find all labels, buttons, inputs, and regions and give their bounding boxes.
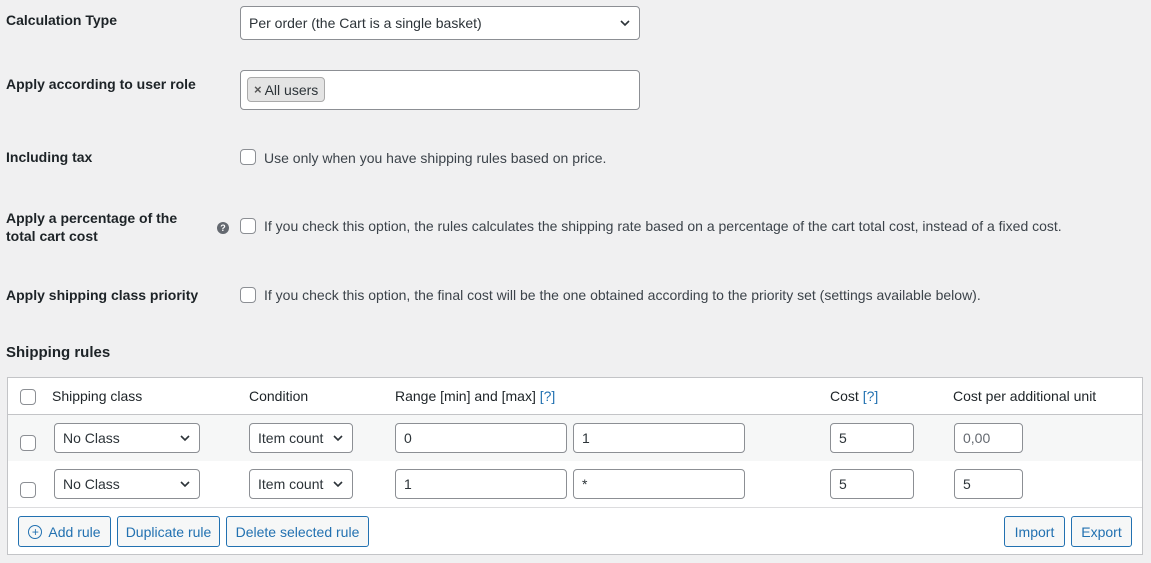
table-row: No Class Item count 0 1 5 0,00	[8, 415, 1142, 461]
chevron-down-icon	[332, 478, 344, 490]
including-tax-description: Use only when you have shipping rules ba…	[264, 150, 607, 166]
row-checkbox[interactable]	[20, 435, 36, 451]
duplicate-rule-button[interactable]: Duplicate rule	[117, 516, 220, 547]
remove-tag-icon[interactable]: ×	[254, 82, 262, 97]
range-min-input[interactable]: 1	[395, 469, 567, 499]
chevron-down-icon	[179, 478, 191, 490]
range-help-link[interactable]: [?]	[540, 388, 556, 404]
help-icon[interactable]: ?	[217, 222, 229, 234]
range-max-input[interactable]: 1	[573, 423, 745, 453]
export-button[interactable]: Export	[1071, 516, 1132, 547]
table-header: Shipping class Condition Range [min] and…	[8, 378, 1142, 415]
including-tax-label: Including tax	[6, 149, 93, 165]
chevron-down-icon	[619, 17, 631, 29]
add-rule-label: Add rule	[48, 523, 101, 540]
select-all-checkbox[interactable]	[20, 389, 36, 405]
shipping-class-select[interactable]: No Class	[54, 423, 200, 453]
calculation-type-label: Calculation Type	[6, 12, 117, 28]
percentage-label: Apply a percentage of the total cart cos…	[6, 209, 206, 245]
delete-selected-rule-button[interactable]: Delete selected rule	[226, 516, 369, 547]
percentage-label-line2: total cart cost	[6, 228, 98, 244]
range-min-input[interactable]: 0	[395, 423, 567, 453]
user-role-tag-label: All users	[264, 81, 319, 98]
shipping-class-value: No Class	[63, 476, 120, 492]
calculation-type-value: Per order (the Cart is a single basket)	[249, 15, 482, 31]
cost-input[interactable]: 5	[830, 423, 914, 453]
column-header-shipping-class: Shipping class	[52, 388, 143, 404]
percentage-checkbox[interactable]	[240, 218, 256, 234]
shipping-rules-title: Shipping rules	[6, 344, 111, 361]
cost-per-unit-input[interactable]: 5	[954, 469, 1023, 499]
chevron-down-icon	[332, 432, 344, 444]
table-row: No Class Item count 1 * 5 5	[8, 461, 1142, 507]
table-footer: + Add rule Duplicate rule Delete selecte…	[8, 507, 1142, 554]
condition-value: Item count	[258, 430, 324, 446]
condition-select[interactable]: Item count	[249, 423, 353, 453]
range-max-input[interactable]: *	[573, 469, 745, 499]
cost-input[interactable]: 5	[830, 469, 914, 499]
cost-per-unit-input[interactable]: 0,00	[954, 423, 1023, 453]
class-priority-label: Apply shipping class priority	[6, 287, 199, 303]
user-role-multiselect[interactable]: × All users	[240, 70, 640, 110]
range-header-text: Range [min] and [max]	[395, 388, 536, 404]
cost-header-text: Cost	[830, 388, 859, 404]
add-rule-button[interactable]: + Add rule	[18, 516, 111, 547]
percentage-label-line1: Apply a percentage of the	[6, 210, 178, 226]
import-button[interactable]: Import	[1004, 516, 1065, 547]
column-header-condition: Condition	[249, 388, 309, 404]
shipping-class-value: No Class	[63, 430, 120, 446]
user-role-label: Apply according to user role	[6, 76, 196, 92]
class-priority-checkbox[interactable]	[240, 287, 256, 303]
plus-circle-icon: +	[28, 524, 43, 539]
column-header-cost-per-unit: Cost per additional unit	[953, 388, 1097, 404]
percentage-description: If you check this option, the rules calc…	[264, 218, 1062, 234]
condition-value: Item count	[258, 476, 324, 492]
chevron-down-icon	[179, 432, 191, 444]
calculation-type-select[interactable]: Per order (the Cart is a single basket)	[240, 6, 640, 40]
row-checkbox[interactable]	[20, 482, 36, 498]
class-priority-description: If you check this option, the final cost…	[264, 287, 981, 303]
including-tax-checkbox[interactable]	[240, 149, 256, 165]
shipping-rules-table: Shipping class Condition Range [min] and…	[7, 377, 1143, 555]
user-role-tag: × All users	[247, 77, 326, 102]
column-header-cost: Cost [?]	[830, 388, 878, 404]
cost-help-link[interactable]: [?]	[863, 388, 879, 404]
column-header-range: Range [min] and [max] [?]	[395, 388, 555, 404]
condition-select[interactable]: Item count	[249, 469, 353, 499]
shipping-class-select[interactable]: No Class	[54, 469, 200, 499]
